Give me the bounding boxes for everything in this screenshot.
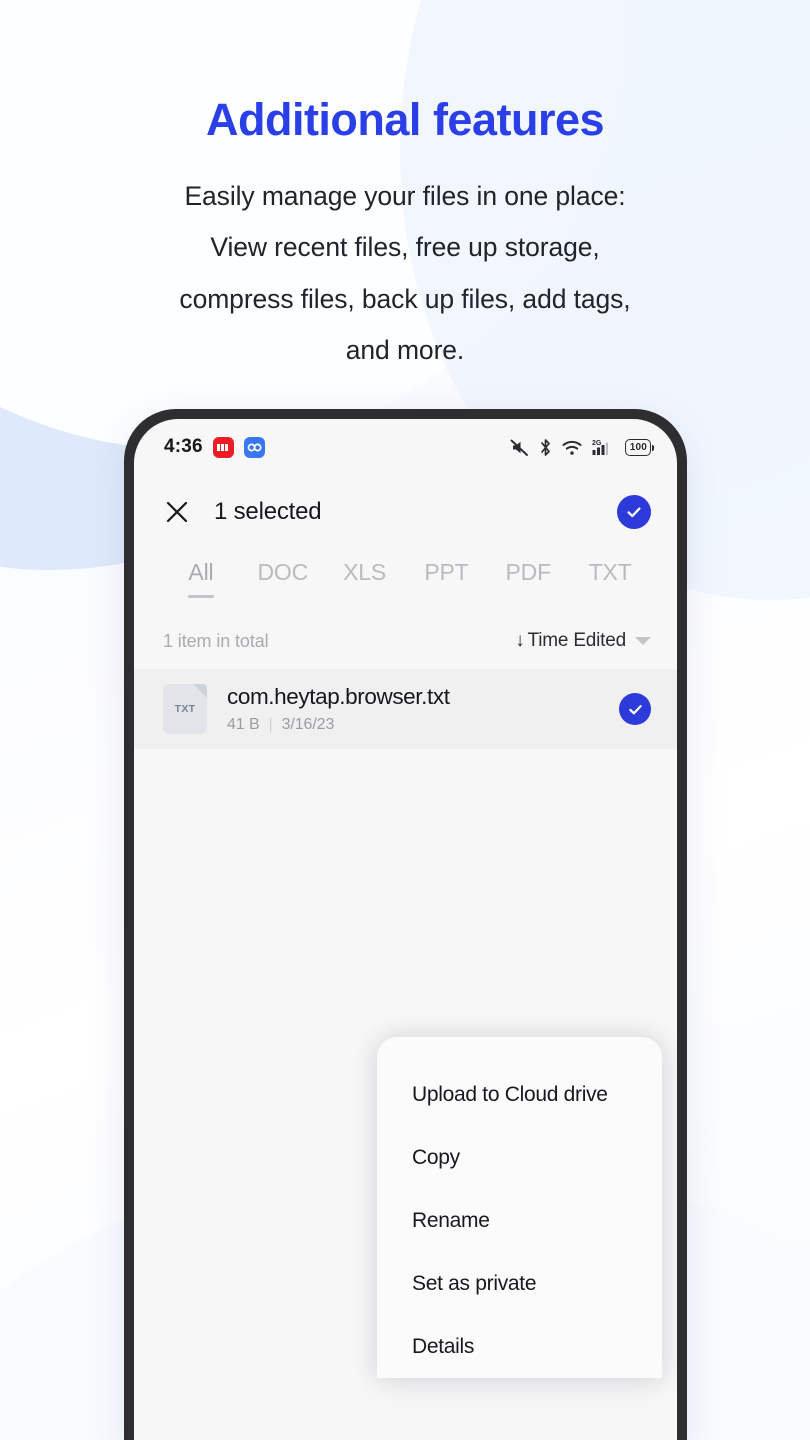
- file-name: com.heytap.browser.txt: [227, 684, 450, 709]
- sort-field-label: Time Edited: [527, 630, 627, 651]
- status-bar-right: 2G 100: [509, 438, 655, 457]
- sort-selector[interactable]: ↓ Time Edited: [515, 630, 651, 652]
- file-icon-fold: [193, 684, 207, 698]
- red-app-glyph: [216, 443, 228, 451]
- wifi-icon: [562, 440, 582, 455]
- tab-txt[interactable]: TXT: [569, 559, 651, 600]
- txt-file-icon: TXT: [163, 684, 207, 734]
- tab-all[interactable]: All: [160, 559, 242, 600]
- file-list-item[interactable]: TXT com.heytap.browser.txt 41 B | 3/16/2…: [134, 669, 677, 749]
- phone-screen: 4:36 2G 100 1 selected All DOC XLS PPT P…: [134, 419, 677, 1440]
- menu-item-copy[interactable]: Copy: [377, 1126, 662, 1189]
- sort-bar: 1 item in total ↓ Time Edited: [134, 613, 677, 669]
- subtitle-line-1: Easily manage your files in one place:: [184, 181, 626, 212]
- tab-ppt[interactable]: PPT: [405, 559, 487, 600]
- svg-text:2G: 2G: [592, 440, 602, 447]
- promo-header: Additional features Easily manage your f…: [0, 96, 810, 376]
- subtitle-line-3: compress files, back up files, add tags,: [179, 283, 631, 314]
- select-all-button[interactable]: [617, 495, 651, 529]
- blue-app-badge-icon: [243, 436, 265, 458]
- file-size: 41 B: [227, 716, 260, 733]
- file-icon-extension: TXT: [174, 703, 196, 715]
- menu-item-rename[interactable]: Rename: [377, 1189, 662, 1252]
- battery-level: 100: [629, 441, 647, 453]
- mute-icon: [510, 439, 528, 456]
- tab-doc[interactable]: DOC: [242, 559, 324, 600]
- page-title: Additional features: [205, 94, 605, 145]
- file-list-empty-area: Upload to Cloud drive Copy Rename Set as…: [134, 749, 677, 1385]
- close-x-glyph: [166, 501, 188, 523]
- status-time: 4:36: [164, 436, 203, 457]
- status-bar-left: 4:36: [164, 436, 265, 458]
- menu-item-details[interactable]: Details: [377, 1315, 662, 1378]
- file-info: com.heytap.browser.txt 41 B | 3/16/23: [227, 684, 619, 734]
- battery-icon: 100: [624, 438, 655, 456]
- tab-active-underline: [187, 595, 214, 598]
- selection-toolbar: 1 selected: [134, 475, 677, 549]
- selection-count-label: 1 selected: [214, 498, 322, 525]
- page-subtitle: Easily manage your files in one place: V…: [0, 171, 810, 376]
- file-subtitle: 41 B | 3/16/23: [227, 716, 619, 734]
- red-app-badge-icon: [212, 436, 234, 458]
- promo-page: Additional features Easily manage your f…: [0, 0, 810, 1440]
- tab-xls[interactable]: XLS: [324, 559, 406, 600]
- tab-all-label: All: [188, 559, 214, 585]
- check-icon: [627, 507, 641, 518]
- signal-2g-icon: 2G: [592, 440, 608, 455]
- item-count-label: 1 item in total: [163, 630, 269, 651]
- check-icon: [628, 704, 642, 714]
- bluetooth-icon: [540, 438, 550, 456]
- chevron-down-icon: [635, 637, 651, 645]
- menu-item-set-as-private[interactable]: Set as private: [377, 1252, 662, 1315]
- subtitle-line-2: View recent files, free up storage,: [210, 232, 600, 263]
- file-select-checkbox[interactable]: [619, 693, 651, 725]
- status-bar: 4:36 2G 100: [134, 419, 677, 475]
- infinity-glyph: [247, 443, 262, 451]
- file-type-tabs: All DOC XLS PPT PDF TXT: [134, 549, 677, 613]
- close-icon[interactable]: [162, 497, 192, 527]
- file-date: 3/16/23: [281, 716, 335, 733]
- subtitle-line-4: and more.: [345, 334, 465, 365]
- tab-pdf[interactable]: PDF: [487, 559, 569, 600]
- menu-item-upload-to-cloud-drive[interactable]: Upload to Cloud drive: [377, 1063, 662, 1126]
- context-menu: Upload to Cloud drive Copy Rename Set as…: [377, 1037, 662, 1378]
- sort-direction-arrow: ↓: [515, 630, 525, 651]
- file-meta-divider: |: [268, 716, 273, 733]
- sort-label: ↓ Time Edited: [515, 630, 626, 652]
- phone-mockup: 4:36 2G 100 1 selected All DOC XLS PPT P…: [124, 409, 687, 1440]
